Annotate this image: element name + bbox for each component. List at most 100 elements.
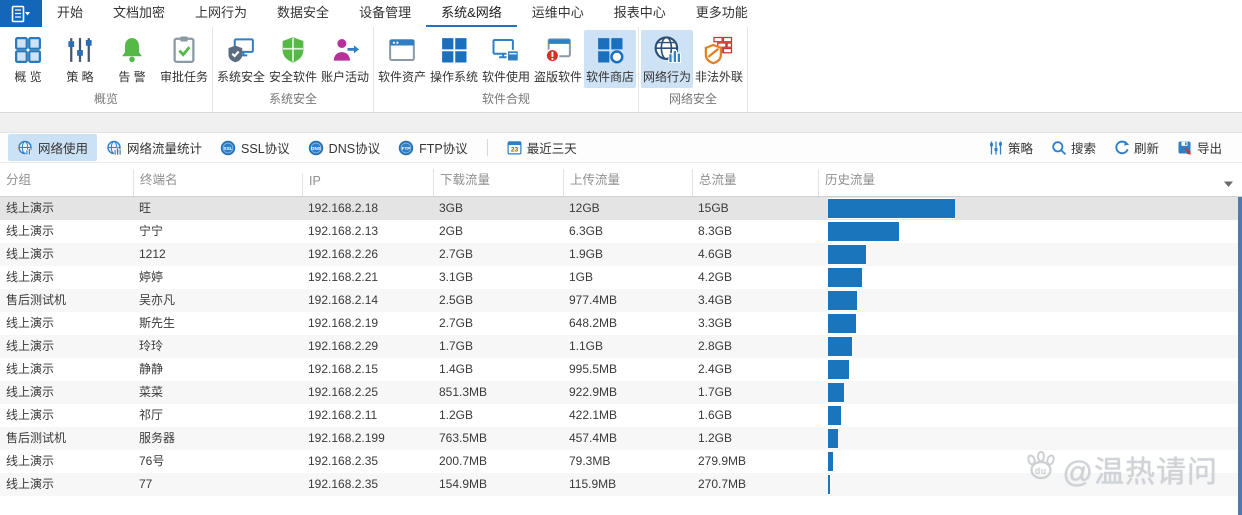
sub-tab-toolbar: 网络使用网络流量统计SSLSSL协议DNSDNS协议FTPFTP协议 23最近三… [0, 133, 1242, 163]
tab-4[interactable]: DNSDNS协议 [299, 134, 389, 161]
menu-item-2[interactable]: 文档加密 [98, 0, 180, 27]
cell-group: 线上演示 [0, 381, 133, 404]
cell-group: 线上演示 [0, 358, 133, 381]
menu-item-8[interactable]: 报表中心 [599, 0, 681, 27]
ssl-badge-icon: SSL [220, 140, 236, 156]
tab-2[interactable]: 网络流量统计 [97, 134, 211, 161]
table-row[interactable]: 线上演示玲玲192.168.2.291.7GB1.1GB2.8GB [0, 335, 1242, 358]
cell-total: 3.3GB [692, 312, 818, 335]
menu-item-3[interactable]: 上网行为 [180, 0, 262, 27]
column-header-7[interactable]: 历史流量 [818, 169, 1242, 196]
ribbon-button-label: 盗版软件 [534, 68, 582, 85]
menu-item-5[interactable]: 设备管理 [344, 0, 426, 27]
ribbon-button-os-grid[interactable]: 操作系统 [428, 30, 480, 88]
cell-group: 线上演示 [0, 266, 133, 289]
table-row[interactable]: 线上演示祁厅192.168.2.111.2GB422.1MB1.6GB [0, 404, 1242, 427]
table-row[interactable]: 售后测试机服务器192.168.2.199763.5MB457.4MB1.2GB [0, 427, 1242, 450]
column-header-5[interactable]: 上传流量 [563, 169, 692, 196]
column-header-3[interactable]: IP [302, 174, 433, 196]
menu-item-6[interactable]: 系统&网络 [426, 0, 517, 27]
ribbon-button-label: 概 览 [14, 68, 41, 85]
action-refresh[interactable]: 刷新 [1114, 138, 1159, 157]
table-row[interactable]: 售后测试机吴亦凡192.168.2.142.5GB977.4MB3.4GB [0, 289, 1242, 312]
cell-upload: 1.1GB [563, 335, 692, 358]
history-traffic-bar [828, 405, 841, 426]
cell-total: 8.3GB [692, 220, 818, 243]
menu-item-7[interactable]: 运维中心 [517, 0, 599, 27]
vertical-scrollbar[interactable] [1238, 197, 1242, 515]
column-header-4[interactable]: 下载流量 [433, 169, 563, 196]
ribbon-button-illegal-connection-shield[interactable]: 非法外联 [693, 30, 745, 88]
ribbon-button-account-activity[interactable]: 账户活动 [319, 30, 371, 88]
header-dropdown-button[interactable] [1223, 180, 1234, 188]
ribbon-button-system-security-shield[interactable]: 系统安全 [215, 30, 267, 88]
ribbon-button-label: 系统安全 [217, 68, 265, 85]
globe-stats-icon [106, 140, 122, 156]
cell-upload: 1GB [563, 266, 692, 289]
cell-history-traffic [818, 243, 1242, 266]
history-traffic-bar [828, 313, 856, 334]
ribbon-button-policy-sliders[interactable]: 策 略 [54, 30, 106, 88]
ribbon-button-overview-grid[interactable]: 概 览 [2, 30, 54, 88]
ribbon-group-label: 概览 [2, 89, 210, 112]
cell-upload: 995.5MB [563, 358, 692, 381]
ribbon-button-software-asset-window[interactable]: 软件资产 [376, 30, 428, 88]
approval-clipboard-icon [169, 35, 199, 65]
ribbon-group-4: 网络行为非法外联网络安全 [639, 27, 748, 112]
cell-download: 2GB [433, 220, 563, 243]
column-header-6[interactable]: 总流量 [692, 169, 818, 196]
cell-download: 763.5MB [433, 427, 563, 450]
ribbon-group-items: 系统安全安全软件账户活动 [215, 27, 371, 89]
search-icon [1051, 140, 1067, 156]
ribbon-button-label: 策 略 [66, 68, 93, 85]
table-row[interactable]: 线上演示76号192.168.2.35200.7MB79.3MB279.9MB [0, 450, 1242, 473]
table-row[interactable]: 线上演示旺192.168.2.183GB12GB15GB [0, 197, 1242, 220]
ribbon-button-network-behavior-globe[interactable]: 网络行为 [641, 30, 693, 88]
ribbon-button-software-usage[interactable]: 软件使用 [480, 30, 532, 88]
table-row[interactable]: 线上演示宁宁192.168.2.132GB6.3GB8.3GB [0, 220, 1242, 243]
ribbon-button-label: 非法外联 [695, 68, 743, 85]
table-row[interactable]: 线上演示1212192.168.2.262.7GB1.9GB4.6GB [0, 243, 1242, 266]
menu-item-4[interactable]: 数据安全 [262, 0, 344, 27]
ribbon-button-pirated-software[interactable]: 盗版软件 [532, 30, 584, 88]
table-row[interactable]: 线上演示婷婷192.168.2.213.1GB1GB4.2GB [0, 266, 1242, 289]
cell-terminal-name: 玲玲 [133, 335, 302, 358]
ribbon-button-software-store[interactable]: 软件商店 [584, 30, 636, 88]
tab-5[interactable]: FTPFTP协议 [389, 134, 477, 161]
app-menu-button[interactable] [0, 0, 42, 27]
cell-history-traffic [818, 335, 1242, 358]
cell-terminal-name: 菜菜 [133, 381, 302, 404]
cell-history-traffic [818, 197, 1242, 220]
column-header-2[interactable]: 终端名 [133, 169, 302, 196]
cell-download: 1.4GB [433, 358, 563, 381]
menu-item-1[interactable]: 开始 [42, 0, 98, 27]
ribbon-group-2: 系统安全安全软件账户活动系统安全 [213, 27, 374, 112]
cell-ip: 192.168.2.35 [302, 473, 433, 496]
cell-ip: 192.168.2.21 [302, 266, 433, 289]
action-export[interactable]: 导出 [1177, 138, 1222, 157]
action-search[interactable]: 搜索 [1051, 138, 1096, 157]
tab-3[interactable]: SSLSSL协议 [211, 134, 299, 161]
menu-item-9[interactable]: 更多功能 [681, 0, 763, 27]
column-header-1[interactable]: 分组 [0, 169, 133, 196]
table-row[interactable]: 线上演示菜菜192.168.2.25851.3MB922.9MB1.7GB [0, 381, 1242, 404]
table-row[interactable]: 线上演示静静192.168.2.151.4GB995.5MB2.4GB [0, 358, 1242, 381]
cell-history-traffic [818, 266, 1242, 289]
cell-ip: 192.168.2.35 [302, 450, 433, 473]
cell-ip: 192.168.2.13 [302, 220, 433, 243]
software-usage-icon [491, 35, 521, 65]
table-row[interactable]: 线上演示斯先生192.168.2.192.7GB648.2MB3.3GB [0, 312, 1242, 335]
cell-total: 4.6GB [692, 243, 818, 266]
tab-1[interactable]: 网络使用 [8, 134, 97, 161]
table-row[interactable]: 线上演示77192.168.2.35154.9MB115.9MB270.7MB [0, 473, 1242, 496]
action-sliders-blue[interactable]: 策略 [988, 138, 1033, 157]
cell-history-traffic [818, 220, 1242, 243]
history-traffic-bar [828, 382, 844, 403]
date-filter-recent-3-days[interactable]: 23最近三天 [498, 134, 586, 161]
ribbon-button-security-software-shield[interactable]: 安全软件 [267, 30, 319, 88]
ribbon-group-label: 系统安全 [215, 89, 371, 112]
tab-label: DNS协议 [329, 138, 380, 157]
ribbon-button-approval-clipboard[interactable]: 审批任务 [158, 30, 210, 88]
cell-ip: 192.168.2.25 [302, 381, 433, 404]
ribbon-button-alert-bell[interactable]: 告 警 [106, 30, 158, 88]
